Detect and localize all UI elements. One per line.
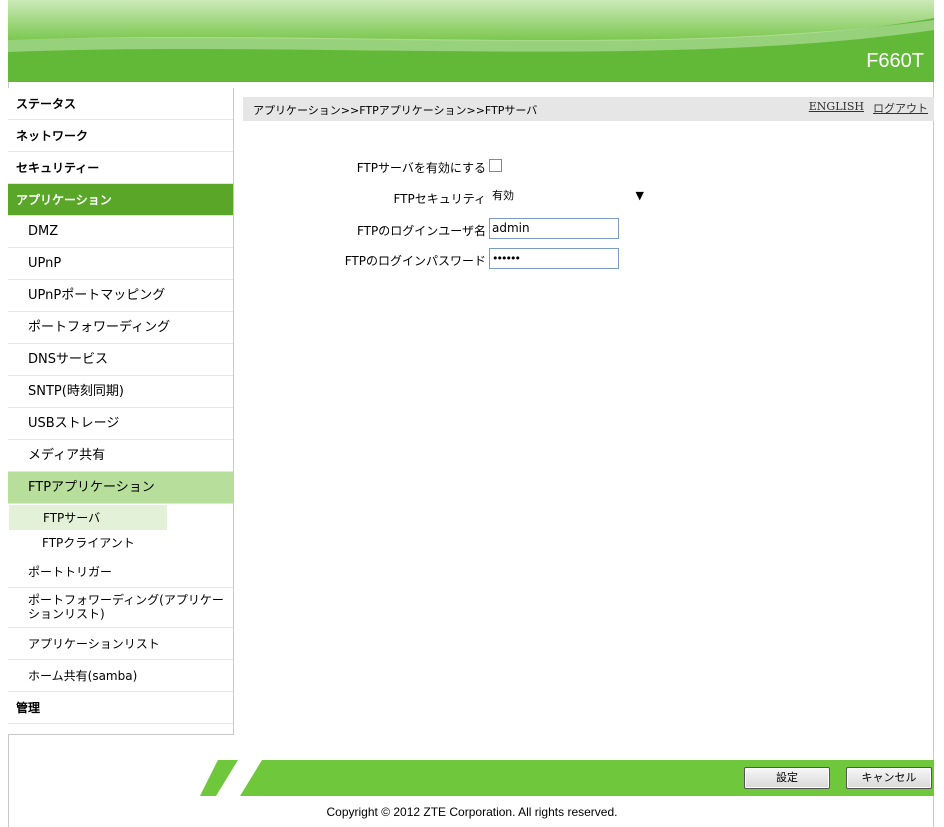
english-link[interactable]: ENGLISH [809, 100, 864, 113]
breadcrumb-bar: アプリケーション>>FTPアプリケーション>>FTPサーバ ENGLISH ログ… [243, 97, 934, 121]
sidebar-item-sntp[interactable]: SNTP(時刻同期) [8, 376, 233, 408]
security-label: FTPセキュリティ [393, 192, 486, 206]
sidebar-item-application[interactable]: アプリケーション [8, 184, 233, 216]
sidebar-item-dmz[interactable]: DMZ [8, 216, 233, 248]
sidebar-item-upnp[interactable]: UPnP [8, 248, 233, 280]
sidebar-nav: ステータス ネットワーク セキュリティー アプリケーション DMZ UPnP U… [8, 88, 234, 735]
sidebar-item-media-share[interactable]: メディア共有 [8, 440, 233, 472]
header-swoosh [8, 0, 934, 82]
form-row-password: FTPのログインパスワード •••••• [243, 248, 643, 272]
enable-label: FTPサーバを有効にする [356, 161, 486, 175]
breadcrumb: アプリケーション>>FTPアプリケーション>>FTPサーバ [253, 104, 538, 117]
dropdown-arrow-icon: ▼ [635, 189, 644, 202]
model-name: F660T [866, 50, 924, 72]
header-banner: F660T [8, 0, 934, 82]
sidebar-item-management[interactable]: 管理 [8, 692, 233, 724]
sidebar-item-status[interactable]: ステータス [8, 88, 233, 120]
sidebar-item-dns-service[interactable]: DNSサービス [8, 344, 233, 376]
sidebar-item-home-share[interactable]: ホーム共有(samba) [8, 660, 233, 692]
sidebar-item-ftp-server[interactable]: FTPサーバ [8, 504, 168, 530]
user-label: FTPのログインユーザ名 [356, 224, 486, 238]
sidebar-item-usb-storage[interactable]: USBストレージ [8, 408, 233, 440]
enable-ftp-checkbox[interactable] [489, 155, 502, 172]
logout-link[interactable]: ログアウト [873, 100, 928, 116]
form-row-user: FTPのログインユーザ名 admin [243, 218, 643, 242]
sidebar-item-port-trigger[interactable]: ポートトリガー [8, 556, 233, 588]
sidebar-item-network[interactable]: ネットワーク [8, 120, 233, 152]
sidebar-item-ftp-client[interactable]: FTPクライアント [8, 530, 233, 556]
copyright: Copyright © 2012 ZTE Corporation. All ri… [326, 805, 618, 819]
ftp-password-input[interactable]: •••••• [489, 248, 619, 269]
sidebar-item-port-forwarding[interactable]: ポートフォワーディング [8, 312, 233, 344]
cancel-button[interactable]: キャンセル [846, 767, 932, 789]
ftp-security-select[interactable]: 有効 ▼ [489, 186, 649, 206]
sidebar-item-app-list[interactable]: アプリケーションリスト [8, 628, 233, 660]
sidebar-item-port-forward-app[interactable]: ポートフォワーディング(アプリケーションリスト) [8, 588, 233, 628]
password-label: FTPのログインパスワード [344, 254, 486, 268]
sidebar-item-security[interactable]: セキュリティー [8, 152, 233, 184]
sidebar-item-upnp-port-mapping[interactable]: UPnPポートマッピング [8, 280, 233, 312]
ftp-security-value: 有効 [492, 189, 514, 202]
sidebar-item-ftp-application[interactable]: FTPアプリケーション [8, 472, 233, 504]
ftp-username-input[interactable]: admin [489, 218, 619, 239]
apply-button[interactable]: 設定 [744, 767, 830, 789]
form-row-security: FTPセキュリティ 有効 ▼ [243, 186, 649, 210]
form-row-enable: FTPサーバを有効にする [243, 155, 643, 179]
